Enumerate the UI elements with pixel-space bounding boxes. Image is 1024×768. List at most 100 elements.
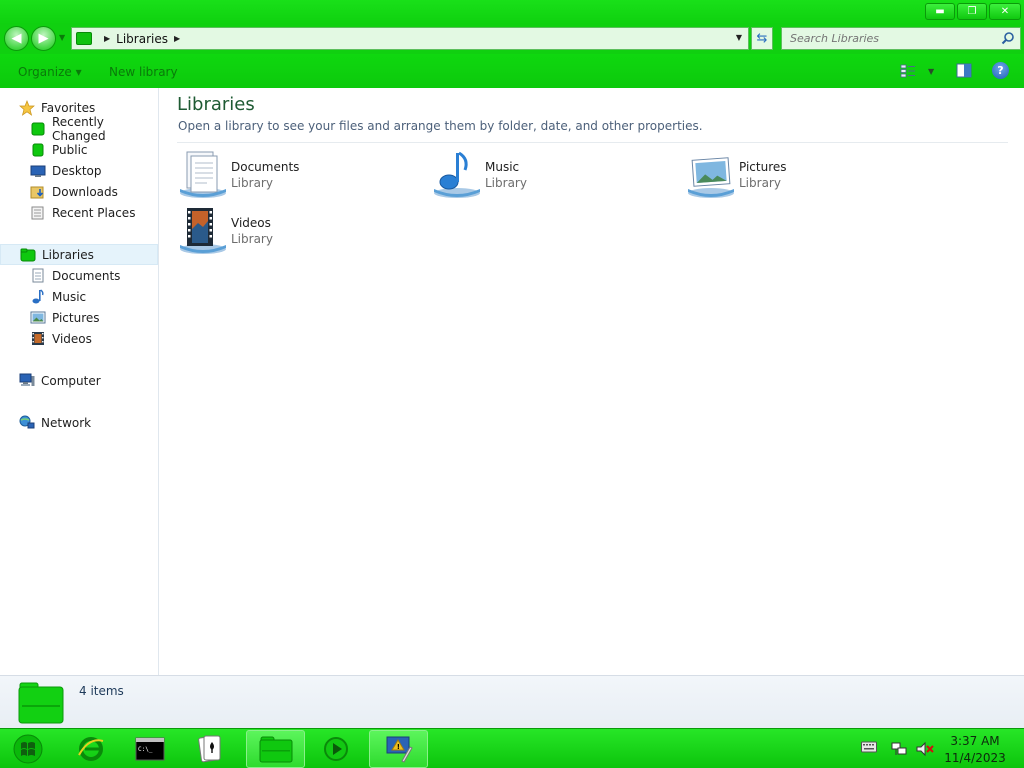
nav-label: Computer [41,373,101,388]
tile-type: Library [485,176,527,190]
media-player-icon [324,737,348,761]
maximize-button[interactable]: ❐ [957,3,987,20]
nav-label: Videos [52,331,92,346]
view-details-icon [900,64,915,78]
tile-name: Pictures [739,160,787,174]
nav-downloads[interactable]: Downloads [0,181,158,202]
refresh-icon: ⇆ [756,31,768,46]
green-folder-icon [30,121,46,137]
help-icon[interactable]: ? [992,62,1009,79]
arrow-left-icon: ◀ [11,31,22,46]
library-tile-pictures[interactable]: Pictures Library [685,149,925,201]
refresh-button[interactable]: ⇆ [751,27,773,50]
library-tile-videos[interactable]: Videos Library [177,205,417,257]
nav-libraries[interactable]: Libraries [0,244,158,265]
green-folder-icon [30,142,46,158]
pictures-icon [30,310,46,326]
taskbar: C:\_ ! 3:37 AM 11/4/2023 [0,728,1024,768]
address-bar[interactable]: ▶ Libraries ▶ ▼ [71,27,749,50]
nav-videos[interactable]: Videos [0,328,158,349]
navigation-row: ◀ ▶ ▼ ▶ Libraries ▶ ▼ ⇆ [0,24,1024,54]
new-library-button[interactable]: New library [109,65,178,79]
command-bar: Organize ▾ New library ▼ ? [0,54,1024,88]
arrow-right-icon: ▶ [38,31,49,46]
tile-name: Videos [231,216,271,230]
tile-type: Library [739,176,781,190]
taskbar-command-prompt[interactable]: C:\_ [122,730,178,768]
nav-public[interactable]: Public [0,139,158,160]
nav-desktop[interactable]: Desktop [0,160,158,181]
recent-pages-dropdown[interactable]: ▼ [59,33,65,42]
start-button[interactable] [0,730,56,768]
navigation-pane: Favorites Recently Changed Public Deskto… [0,88,159,675]
nav-label: Documents [52,268,121,283]
downloads-icon [30,184,46,200]
nav-label: Favorites [41,100,96,115]
tile-type: Library [231,176,273,190]
details-pane: 4 items [0,675,1024,728]
documents-library-icon [180,151,226,198]
network-icon [19,415,35,431]
recent-places-icon [30,205,46,221]
forward-button[interactable]: ▶ [31,26,56,51]
content-pane: Libraries Open a library to see your fil… [160,88,1024,675]
taskbar-internet-explorer[interactable] [63,730,119,768]
change-view-button[interactable]: ▼ [900,63,940,79]
svg-text:!: ! [396,743,399,751]
nav-label: Recent Places [52,205,136,220]
chevron-down-icon: ▼ [928,66,935,76]
search-box [781,27,1021,50]
title-bar: ▬ ❐ ✕ [0,0,1024,24]
taskbar-control-panel[interactable]: ! [369,730,428,768]
command-prompt-icon: C:\_ [135,737,165,761]
music-library-icon [434,151,480,198]
libraries-folder-icon [20,247,36,263]
divider [177,142,1008,143]
network-status-icon[interactable] [891,741,907,757]
nav-computer[interactable]: Computer [0,370,158,391]
windows-logo-icon [13,734,43,764]
breadcrumb-arrow-icon[interactable]: ▶ [174,34,180,43]
library-tile-music[interactable]: Music Library [431,149,671,201]
taskbar-windows-explorer[interactable] [246,730,305,768]
nav-recently-changed[interactable]: Recently Changed [0,115,158,143]
breadcrumb-arrow-icon[interactable]: ▶ [104,34,110,43]
keyboard-icon[interactable] [861,741,877,753]
tile-name: Music [485,160,520,174]
computer-icon [19,373,35,389]
clock-time: 3:37 AM [950,734,1000,748]
internet-explorer-icon [78,737,104,761]
clock-date: 11/4/2023 [944,751,1006,765]
search-input[interactable] [782,28,992,49]
page-description: Open a library to see your files and arr… [178,119,703,133]
videos-library-icon [180,208,226,254]
back-button[interactable]: ◀ [4,26,29,51]
music-note-icon [30,289,46,305]
nav-label: Music [52,289,87,304]
preview-pane-icon[interactable] [956,63,972,78]
explorer-folder-icon [259,736,292,763]
taskbar-solitaire[interactable] [182,730,238,768]
nav-recent-places[interactable]: Recent Places [0,202,158,223]
library-tile-documents[interactable]: Documents Library [177,149,417,201]
close-button[interactable]: ✕ [989,3,1021,20]
organize-button[interactable]: Organize ▾ [18,65,82,79]
taskbar-media-player[interactable] [308,730,364,768]
search-icon[interactable] [1001,31,1015,45]
breadcrumb-libraries[interactable]: Libraries [116,32,168,46]
nav-network[interactable]: Network [0,412,158,433]
system-clock[interactable]: 3:37 AM 11/4/2023 [944,733,1006,767]
nav-pictures[interactable]: Pictures [0,307,158,328]
nav-music[interactable]: Music [0,286,158,307]
tile-type: Library [231,232,273,246]
libraries-folder-icon [76,32,92,45]
minimize-button[interactable]: ▬ [925,3,955,20]
nav-label: Downloads [52,184,118,199]
address-dropdown-icon[interactable]: ▼ [736,33,742,42]
tile-name: Documents [231,160,300,174]
desktop-icon [30,163,46,179]
nav-documents[interactable]: Documents [0,265,158,286]
volume-muted-icon[interactable] [916,741,934,757]
svg-text:C:\_: C:\_ [138,746,153,753]
star-icon [19,99,35,116]
